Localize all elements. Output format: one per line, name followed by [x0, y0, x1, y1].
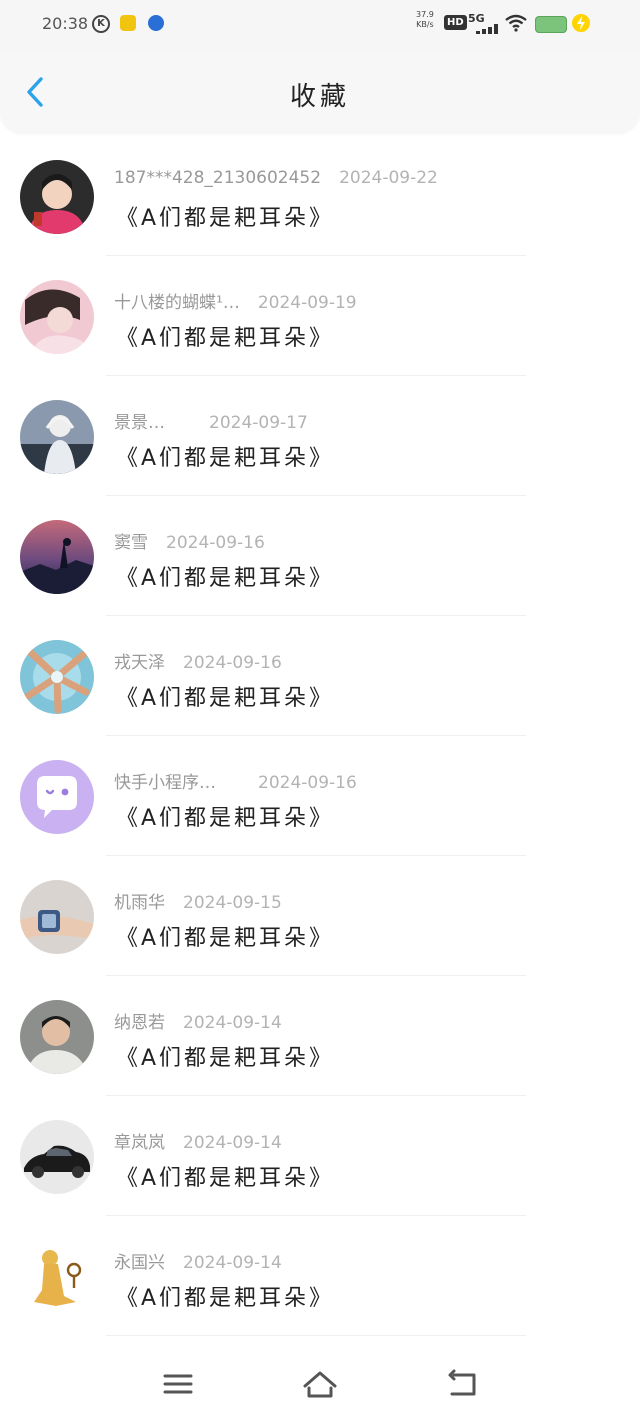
item-title: 《A们都是耙耳朵》: [116, 566, 335, 591]
header-bar: 收藏: [0, 50, 640, 132]
home-icon[interactable]: [302, 1366, 338, 1402]
item-title: 《A们都是耙耳朵》: [116, 446, 335, 471]
avatar: [20, 520, 94, 594]
favorite-date: 2024-09-15: [183, 893, 282, 913]
username: 章岚岚: [114, 1133, 165, 1153]
avatar: [20, 1000, 94, 1074]
system-nav-bar: [0, 1352, 640, 1422]
item-meta: 窦雪 2024-09-16: [114, 528, 265, 553]
item-meta: 机雨华 2024-09-15: [114, 888, 282, 913]
item-meta: 十八楼的蝴蝶¹… 2024-09-19: [114, 288, 357, 313]
avatar: [20, 640, 94, 714]
favorite-date: 2024-09-16: [166, 533, 265, 553]
item-meta: 永国兴 2024-09-14: [114, 1248, 282, 1273]
username: 机雨华: [114, 893, 165, 913]
username: 187***428_2130602452: [114, 168, 322, 188]
list-item[interactable]: 永国兴 2024-09-14 《A们都是耙耳朵》: [0, 1216, 640, 1336]
avatar: [20, 400, 94, 474]
item-meta: 纳恩若 2024-09-14: [114, 1008, 282, 1033]
network-speed-value: 37.9: [416, 10, 434, 19]
item-title: 《A们都是耙耳朵》: [116, 1046, 335, 1071]
item-title: 《A们都是耙耳朵》: [116, 206, 335, 231]
list-item[interactable]: 景景… 2024-09-17 《A们都是耙耳朵》: [0, 376, 640, 496]
paw-app-icon: [148, 15, 164, 31]
item-title: 《A们都是耙耳朵》: [116, 1286, 335, 1311]
item-title: 《A们都是耙耳朵》: [116, 1166, 335, 1191]
avatar: [20, 160, 94, 234]
favorite-date: 2024-09-14: [183, 1133, 282, 1153]
item-meta: 景景… 2024-09-17: [114, 408, 308, 433]
favorite-date: 2024-09-16: [258, 773, 357, 793]
signal-icon: [476, 24, 500, 34]
item-meta: 187***428_2130602452 2024-09-22: [114, 168, 438, 188]
status-time: 20:38: [42, 14, 89, 33]
list-item[interactable]: 纳恩若 2024-09-14 《A们都是耙耳朵》: [0, 976, 640, 1096]
item-meta: 章岚岚 2024-09-14: [114, 1128, 282, 1153]
favorite-date: 2024-09-19: [257, 293, 357, 313]
username: 快手小程序…: [114, 773, 216, 793]
avatar: [20, 1120, 94, 1194]
item-title: 《A们都是耙耳朵》: [116, 686, 335, 711]
list-item[interactable]: 机雨华 2024-09-15 《A们都是耙耳朵》: [0, 856, 640, 976]
favorite-date: 2024-09-17: [209, 413, 308, 433]
item-meta: 快手小程序… 2024-09-16: [114, 768, 357, 793]
page-title: 收藏: [289, 82, 350, 112]
list-item[interactable]: 章岚岚 2024-09-14 《A们都是耙耳朵》: [0, 1096, 640, 1216]
username: 十八楼的蝴蝶¹…: [114, 293, 240, 313]
wifi-icon: [505, 14, 527, 32]
list-item[interactable]: 快手小程序… 2024-09-16 《A们都是耙耳朵》: [0, 736, 640, 856]
list-item[interactable]: 十八楼的蝴蝶¹… 2024-09-19 《A们都是耙耳朵》: [0, 256, 640, 376]
username: 景景…: [114, 413, 165, 433]
favorites-list: 187***428_2130602452 2024-09-22 《A们都是耙耳朵》…: [0, 136, 640, 1336]
username: 永国兴: [114, 1253, 165, 1273]
hd-badge: HD: [444, 15, 467, 30]
divider: [106, 1335, 526, 1336]
status-bar: 20:38 K 37.9 KB/s HD 5G: [0, 0, 640, 50]
avatar: [20, 280, 94, 354]
list-item[interactable]: 戎天泽 2024-09-16 《A们都是耙耳朵》: [0, 616, 640, 736]
item-title: 《A们都是耙耳朵》: [116, 926, 335, 951]
username: 窦雪: [114, 533, 148, 553]
back-arrow-icon[interactable]: [444, 1366, 480, 1402]
charging-icon: [572, 14, 590, 32]
item-title: 《A们都是耙耳朵》: [116, 806, 335, 831]
k-app-icon: K: [92, 15, 110, 33]
avatar: [20, 880, 94, 954]
favorite-date: 2024-09-14: [183, 1253, 282, 1273]
chat-bubble-avatar: [20, 760, 94, 834]
favorite-date: 2024-09-14: [183, 1013, 282, 1033]
username: 戎天泽: [114, 653, 165, 673]
network-speed: 37.9 KB/s: [416, 10, 434, 30]
item-title: 《A们都是耙耳朵》: [116, 326, 335, 351]
network-speed-unit: KB/s: [416, 20, 434, 29]
favorite-date: 2024-09-22: [339, 168, 438, 188]
list-item[interactable]: 187***428_2130602452 2024-09-22 《A们都是耙耳朵》: [0, 136, 640, 256]
list-item[interactable]: 窦雪 2024-09-16 《A们都是耙耳朵》: [0, 496, 640, 616]
notification-app-icon: [120, 15, 136, 31]
item-meta: 戎天泽 2024-09-16: [114, 648, 282, 673]
avatar: [20, 1240, 94, 1314]
favorite-date: 2024-09-16: [183, 653, 282, 673]
menu-icon[interactable]: [160, 1366, 196, 1402]
battery-icon: [535, 16, 567, 33]
username: 纳恩若: [114, 1013, 165, 1033]
